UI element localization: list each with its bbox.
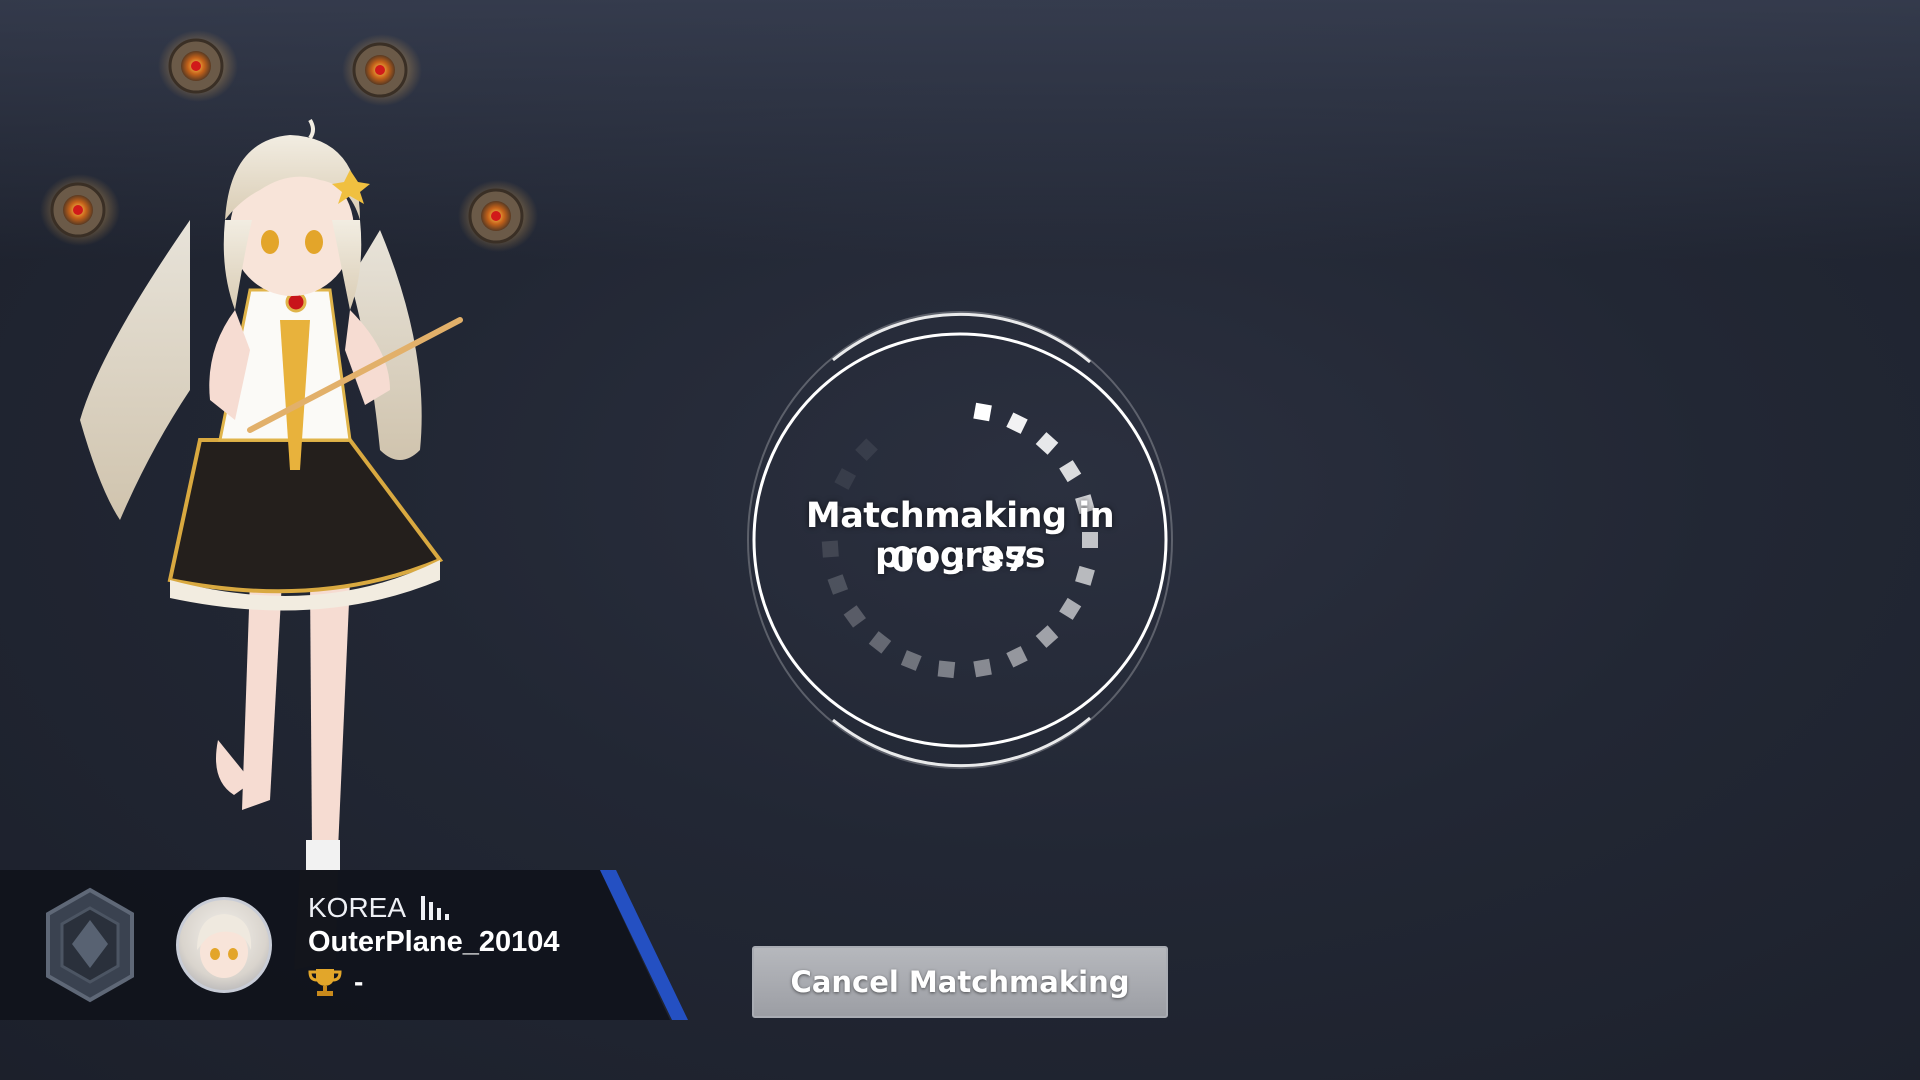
trophy-row: - bbox=[308, 966, 363, 998]
player-info-panel: KOREA OuterPlane_20104 - bbox=[0, 870, 690, 1020]
spinner-dot bbox=[843, 605, 866, 628]
server-row: KOREA bbox=[308, 892, 450, 924]
floating-orb-icon bbox=[342, 34, 422, 106]
cancel-matchmaking-button[interactable]: Cancel Matchmaking bbox=[752, 946, 1168, 1018]
spinner-dot bbox=[937, 660, 956, 679]
spinner-dot bbox=[900, 650, 922, 671]
floating-orb-icon bbox=[158, 30, 238, 102]
character-illustration bbox=[40, 30, 538, 970]
rank-emblem-icon bbox=[46, 887, 134, 1003]
spinner-dot bbox=[1059, 597, 1082, 620]
spinner-dot bbox=[834, 468, 857, 490]
spinner-dot bbox=[1006, 646, 1028, 668]
spinner-dot bbox=[868, 631, 892, 654]
spinner-dot bbox=[1035, 625, 1059, 648]
player-avatar[interactable] bbox=[176, 897, 272, 993]
avatar-portrait-icon bbox=[197, 914, 252, 978]
spinner-dot bbox=[1059, 460, 1082, 483]
trophy-value: - bbox=[354, 966, 364, 997]
matchmaking-timer: 00 : 37 bbox=[890, 540, 1030, 580]
spinner-dot bbox=[973, 402, 992, 422]
spinner-dot bbox=[1006, 412, 1028, 434]
player-name: OuterPlane_20104 bbox=[308, 926, 560, 958]
floating-orb-icon bbox=[40, 174, 120, 246]
spinner-dot bbox=[973, 658, 992, 678]
floating-orb-icon bbox=[458, 180, 538, 252]
server-label: KOREA bbox=[308, 892, 407, 923]
trophy-icon bbox=[308, 969, 342, 996]
spinner-dot bbox=[855, 438, 878, 462]
signal-strength-icon bbox=[421, 896, 450, 920]
spinner-dot bbox=[1035, 432, 1059, 455]
